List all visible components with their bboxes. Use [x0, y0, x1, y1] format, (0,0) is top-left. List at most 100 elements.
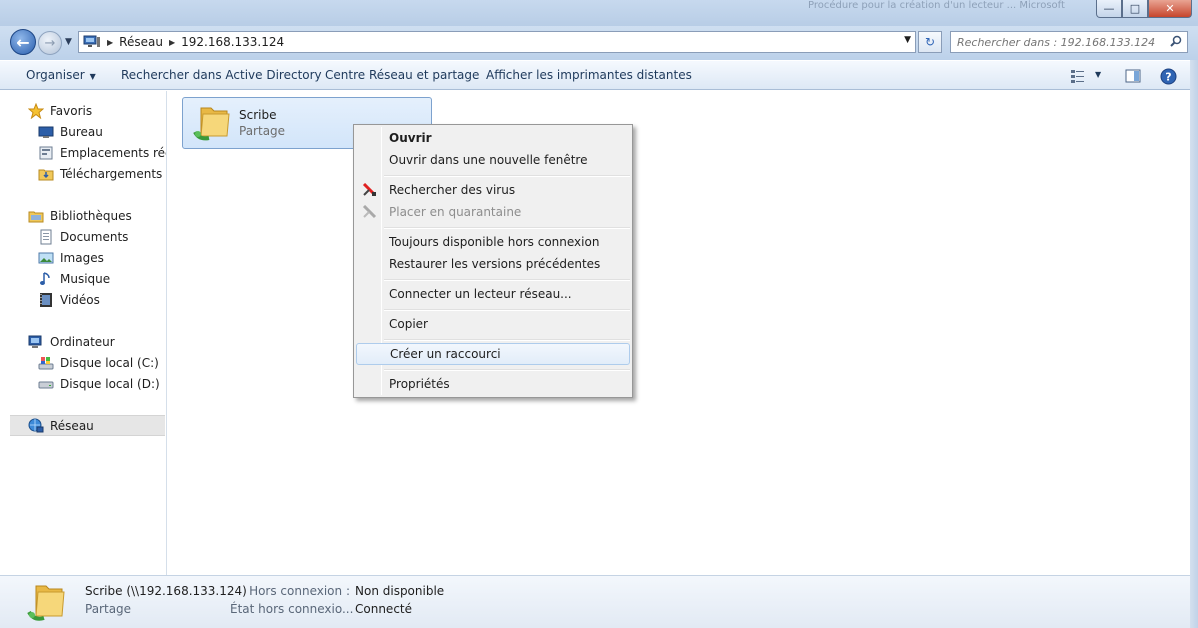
organize-label: Organiser [26, 68, 85, 82]
sidebar-group-label: Ordinateur [50, 335, 115, 349]
forward-button[interactable]: → [38, 31, 62, 55]
sidebar-item-label: Images [60, 251, 104, 265]
close-button[interactable]: ✕ [1148, 0, 1192, 18]
antivirus-icon [362, 182, 378, 197]
address-dropdown-icon[interactable]: ▼ [904, 35, 911, 45]
offline-value: Non disponible [355, 584, 445, 598]
navigation-pane: Favoris Bureau Emplacements récents Télé… [8, 91, 167, 575]
breadcrumb-network[interactable]: Réseau [119, 35, 163, 49]
star-icon [27, 102, 45, 120]
menu-separator [384, 309, 630, 311]
menu-separator [384, 227, 630, 229]
sidebar-item-recent[interactable]: Emplacements récents [38, 143, 166, 163]
command-bar: Organiser ▼ Rechercher dans Active Direct… [0, 60, 1198, 90]
refresh-button[interactable]: ↻ [918, 31, 942, 53]
libraries-icon [28, 208, 44, 224]
sidebar-group-label: Réseau [50, 418, 94, 433]
network-center-button[interactable]: Centre Réseau et partage [325, 68, 479, 82]
menu-item-open[interactable]: Ouvrir [356, 127, 630, 149]
sidebar-item-label: Bureau [60, 125, 103, 139]
menu-item-label: Ouvrir [389, 131, 432, 145]
menu-item-label: Ouvrir dans une nouvelle fenêtre [389, 153, 588, 167]
disk-d-icon [38, 376, 54, 392]
details-type: Partage [85, 602, 132, 616]
shared-folder-icon [193, 104, 233, 142]
shared-folder-icon [26, 582, 68, 624]
sidebar-item-desktop[interactable]: Bureau [38, 122, 103, 142]
window-title: Procédure pour la création d'un lecteur … [808, 0, 1065, 11]
breadcrumb-separator-icon: ▶ [107, 37, 114, 47]
sidebar-item-videos[interactable]: Vidéos [38, 290, 100, 310]
sidebar-item-disk-d[interactable]: Disque local (D:) [38, 374, 160, 394]
help-icon[interactable]: ? [1160, 68, 1177, 88]
window-right-border [1190, 60, 1198, 628]
documents-icon [38, 229, 54, 245]
search-icon[interactable] [1170, 35, 1182, 47]
menu-item-label: Connecter un lecteur réseau... [389, 287, 572, 301]
sidebar-group-favorites[interactable]: Favoris [27, 101, 93, 121]
maximize-button[interactable]: □ [1122, 0, 1148, 18]
sidebar-item-label: Disque local (C:) [60, 356, 159, 370]
sidebar-item-label: Téléchargements [60, 167, 163, 181]
search-ad-button[interactable]: Rechercher dans Active Directory [121, 68, 322, 82]
menu-separator [384, 339, 630, 341]
menu-item-map-network-drive[interactable]: Connecter un lecteur réseau... [356, 283, 630, 305]
address-bar[interactable]: ▶ Réseau ▶ 192.168.133.124 ▼ [78, 31, 916, 53]
preview-pane-icon[interactable] [1125, 68, 1141, 87]
sidebar-item-label: Vidéos [60, 293, 100, 307]
remote-printers-button[interactable]: Afficher les imprimantes distantes [486, 68, 692, 82]
details-title: Scribe (\\192.168.133.124) [85, 584, 247, 598]
menu-item-properties[interactable]: Propriétés [356, 373, 630, 395]
share-name: Scribe [239, 108, 277, 122]
breadcrumb-separator-icon: ▶ [168, 37, 176, 47]
sidebar-item-label: Emplacements récents [60, 146, 166, 160]
music-icon [38, 271, 54, 287]
menu-item-create-shortcut[interactable]: Créer un raccourci [356, 343, 630, 365]
offline-state-label: État hors connexio... [230, 602, 354, 616]
minimize-button[interactable]: — [1096, 0, 1122, 18]
offline-state-value: Connecté [355, 602, 412, 616]
svg-text:?: ? [1165, 71, 1171, 84]
menu-item-always-offline[interactable]: Toujours disponible hors connexion [356, 231, 630, 253]
sidebar-group-label: Favoris [50, 104, 93, 118]
disk-c-icon [38, 355, 54, 371]
sidebar-item-downloads[interactable]: Téléchargements [38, 164, 162, 184]
organize-menu[interactable]: Organiser ▼ [26, 68, 96, 82]
sidebar-item-documents[interactable]: Documents [38, 227, 128, 247]
breadcrumb-host[interactable]: 192.168.133.124 [181, 35, 284, 49]
sidebar-item-images[interactable]: Images [38, 248, 104, 268]
search-input[interactable] [951, 32, 1161, 52]
network-location-icon [83, 35, 101, 49]
back-button[interactable]: ← [10, 29, 36, 55]
view-options-dropdown-icon[interactable]: ▼ [1095, 70, 1101, 79]
menu-item-label: Rechercher des virus [389, 183, 516, 197]
sidebar-item-disk-c[interactable]: Disque local (C:) [38, 353, 159, 373]
videos-icon [38, 292, 54, 308]
menu-item-copy[interactable]: Copier [356, 313, 630, 335]
sidebar-group-label: Bibliothèques [50, 209, 132, 223]
window-controls: — □ ✕ [1096, 0, 1192, 18]
menu-item-label: Copier [389, 317, 428, 331]
sidebar-group-libraries[interactable]: Bibliothèques [28, 206, 132, 226]
change-view-icon[interactable] [1070, 68, 1086, 87]
sidebar-group-network[interactable]: Réseau [10, 415, 165, 436]
menu-item-label: Propriétés [389, 377, 450, 391]
network-icon [28, 418, 44, 434]
details-name: Scribe [85, 584, 123, 598]
images-icon [38, 250, 54, 266]
sidebar-group-computer[interactable]: Ordinateur [28, 332, 115, 352]
sidebar-item-music[interactable]: Musique [38, 269, 110, 289]
menu-item-label: Placer en quarantaine [389, 205, 522, 219]
details-pane: Scribe (\\192.168.133.124) Partage Hors … [0, 575, 1190, 628]
menu-separator [384, 279, 630, 281]
menu-item-scan-virus[interactable]: Rechercher des virus [356, 179, 630, 201]
sidebar-item-label: Disque local (D:) [60, 377, 160, 391]
history-dropdown-icon[interactable]: ▼ [65, 37, 72, 47]
details-path: (\\192.168.133.124) [126, 584, 247, 598]
desktop-icon [38, 124, 54, 140]
search-box[interactable] [950, 31, 1188, 53]
menu-item-open-new-window[interactable]: Ouvrir dans une nouvelle fenêtre [356, 149, 630, 171]
sidebar-item-label: Documents [60, 230, 129, 244]
menu-item-restore-versions[interactable]: Restaurer les versions précédentes [356, 253, 630, 275]
offline-label: Hors connexion : [249, 584, 350, 598]
